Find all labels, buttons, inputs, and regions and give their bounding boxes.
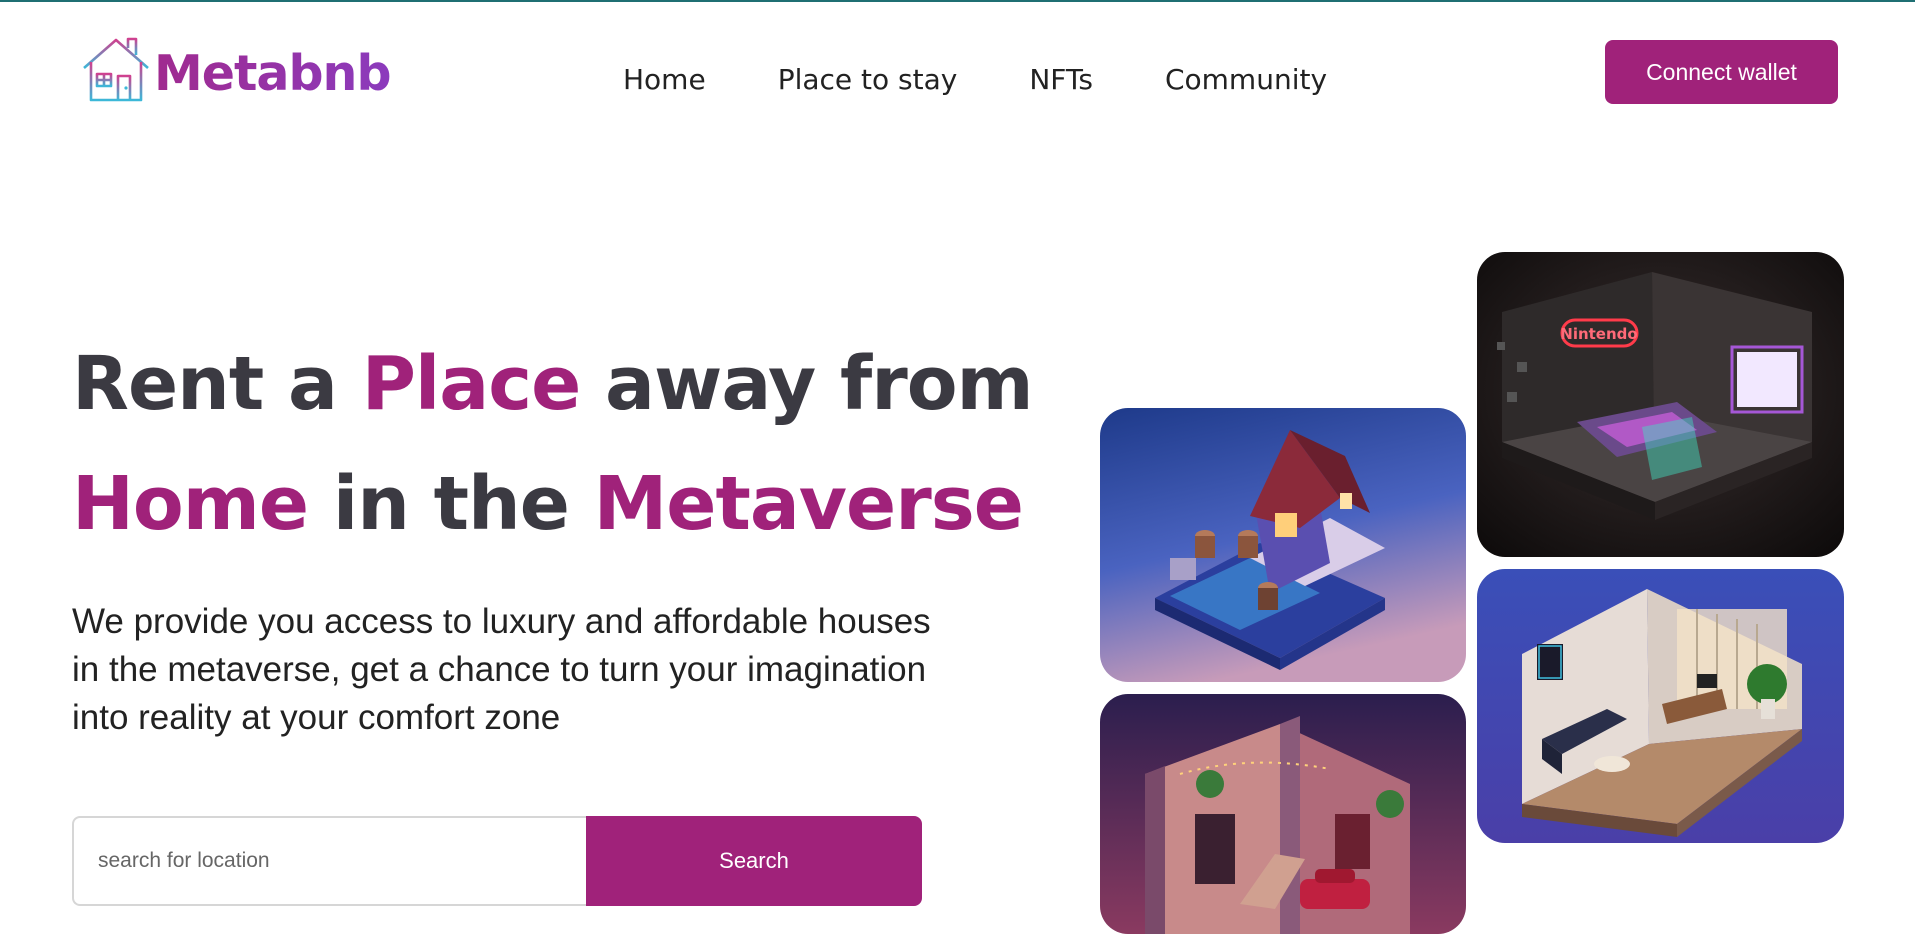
main-nav: Home Place to stay NFTs Community bbox=[623, 62, 1327, 98]
nav-community[interactable]: Community bbox=[1165, 62, 1327, 98]
nintendo-sign: Nintendo bbox=[1560, 325, 1637, 343]
headline-accent-place: Place bbox=[361, 341, 582, 427]
hero-headline: Rent a Place away from Home in the Metave… bbox=[72, 324, 1034, 564]
search-button[interactable]: Search bbox=[586, 816, 922, 906]
headline-text: Rent a bbox=[72, 341, 362, 427]
nav-nfts[interactable]: NFTs bbox=[1029, 62, 1093, 98]
search-bar: Search bbox=[72, 816, 922, 906]
gallery-image-cabin bbox=[1100, 408, 1466, 682]
hero-description: We provide you access to luxury and affo… bbox=[72, 602, 931, 737]
brand-logo[interactable]: Metabnb bbox=[78, 34, 392, 108]
house-icon bbox=[80, 37, 152, 104]
headline-text: in the bbox=[308, 461, 594, 547]
connect-wallet-button[interactable]: Connect wallet bbox=[1605, 40, 1838, 104]
gallery-image-living-room bbox=[1477, 569, 1844, 843]
headline-text: away from bbox=[580, 341, 1034, 427]
headline-accent-home: Home bbox=[72, 461, 309, 547]
brand-name: Metabnb bbox=[154, 44, 392, 102]
gallery-image-courtyard bbox=[1100, 694, 1466, 934]
gallery-image-nintendo-room: Nintendo bbox=[1477, 252, 1844, 557]
nav-home[interactable]: Home bbox=[623, 62, 706, 98]
search-input[interactable] bbox=[72, 816, 586, 906]
headline-accent-metaverse: Metaverse bbox=[593, 461, 1024, 547]
nav-place-to-stay[interactable]: Place to stay bbox=[778, 62, 958, 98]
